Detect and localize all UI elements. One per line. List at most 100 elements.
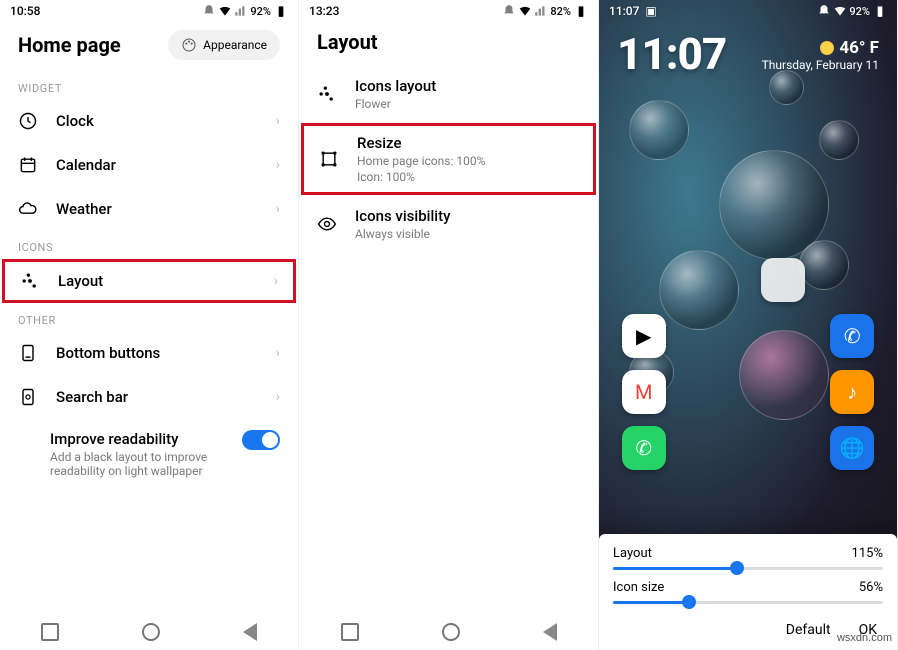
iconsize-slider[interactable] (613, 601, 883, 604)
clock-time: 11:07 (617, 28, 726, 80)
battery-icon (274, 4, 288, 18)
calendar-icon (18, 154, 38, 176)
chevron-right-icon: › (276, 113, 280, 129)
row-bottom-buttons[interactable]: Bottom buttons › (0, 331, 298, 375)
section-other: OTHER (0, 304, 298, 331)
nav-back-icon[interactable] (543, 623, 557, 641)
layout-slider-label: Layout (613, 546, 652, 561)
signal-icon (234, 4, 248, 18)
layout-settings-panel: 13:23 82% Layout Icons layout Flower Res… (299, 0, 599, 650)
nav-recent-icon[interactable] (41, 623, 59, 641)
wifi-icon (218, 4, 232, 18)
improve-toggle[interactable] (242, 430, 280, 450)
appearance-button[interactable]: Appearance (168, 30, 280, 60)
play-store-icon[interactable]: ▶ (622, 314, 666, 358)
battery-icon (574, 4, 588, 18)
chevron-right-icon: › (276, 389, 280, 405)
watermark: wsxdn.com (837, 632, 892, 644)
row-resize[interactable]: Resize Home page icons: 100% Icon: 100% (301, 123, 596, 195)
row-icons-visibility[interactable]: Icons visibility Always visible (299, 196, 598, 252)
row-layout-label: Layout (58, 272, 256, 290)
row-clock-label: Clock (56, 112, 258, 130)
layout-slider-value: 115% (852, 546, 883, 561)
chevron-right-icon: › (274, 273, 278, 289)
dots-icon (317, 83, 337, 105)
visibility-label: Icons visibility (355, 207, 580, 225)
page-title: Layout (317, 30, 378, 54)
nav-recent-icon[interactable] (640, 623, 658, 641)
nav-bar (299, 614, 598, 650)
improve-sub: Add a black layout to improve readabilit… (50, 450, 224, 478)
homescreen-panel: 11:07 ▣ 92% 11:07 46° F Thursday, Februa… (599, 0, 898, 650)
page-title: Home page (18, 33, 121, 57)
panel-header: Layout (299, 22, 598, 66)
iconsize-slider-row: Icon size 56% (613, 580, 883, 604)
clock-widget[interactable]: 11:07 (617, 28, 726, 80)
layout-icon (20, 270, 40, 292)
wifi-icon (518, 4, 532, 18)
chevron-right-icon: › (276, 157, 280, 173)
homepage-settings-panel: 10:58 92% Home page Appearance WIDGET Cl… (0, 0, 299, 650)
improve-title: Improve readability (50, 430, 224, 448)
weather-widget[interactable]: 46° F Thursday, February 11 (762, 38, 879, 72)
folder-icon[interactable] (761, 258, 805, 302)
phone-icon[interactable]: ✆ (830, 314, 874, 358)
chevron-right-icon: › (276, 201, 280, 217)
app-icon-grid: ▶ ✆ M ♪ ✆ 🌐 (617, 258, 879, 470)
panel-header: Home page Appearance (0, 22, 298, 72)
nav-recent-icon[interactable] (341, 623, 359, 641)
browser-icon[interactable]: 🌐 (830, 426, 874, 470)
iconsize-slider-label: Icon size (613, 580, 664, 595)
row-clock[interactable]: Clock › (0, 99, 298, 143)
appearance-label: Appearance (203, 38, 267, 52)
eye-icon (317, 213, 337, 235)
nav-bar (0, 614, 298, 650)
row-improve-readability[interactable]: Improve readability Add a black layout t… (0, 419, 298, 489)
row-searchbar-label: Search bar (56, 388, 258, 406)
status-time: 10:58 (10, 4, 40, 18)
status-icons: 92% (202, 4, 288, 18)
layout-slider[interactable] (613, 567, 883, 570)
row-weather[interactable]: Weather › (0, 187, 298, 231)
visibility-sub: Always visible (355, 227, 580, 241)
whatsapp-icon[interactable]: ✆ (622, 426, 666, 470)
status-bar: 10:58 92% (0, 0, 298, 22)
bottom-buttons-icon (18, 342, 38, 364)
row-search-bar[interactable]: Search bar › (0, 375, 298, 419)
battery-percent: 92% (250, 5, 271, 18)
nav-back-icon[interactable] (243, 623, 257, 641)
cloud-icon (18, 198, 38, 220)
resize-sub1: Home page icons: 100% (357, 154, 578, 168)
status-time: 13:23 (309, 4, 339, 18)
nav-home-icon[interactable] (741, 623, 759, 641)
nav-home-icon[interactable] (142, 623, 160, 641)
row-icons-layout[interactable]: Icons layout Flower (299, 66, 598, 122)
row-bottombtns-label: Bottom buttons (56, 344, 258, 362)
icons-layout-sub: Flower (355, 97, 580, 111)
section-icons: ICONS (0, 231, 298, 258)
palette-icon (181, 37, 197, 53)
status-icons: 82% (502, 4, 588, 18)
chevron-right-icon: › (276, 345, 280, 361)
layout-slider-row: Layout 115% (613, 546, 883, 570)
resize-icon (319, 148, 339, 170)
row-layout[interactable]: Layout › (2, 259, 296, 303)
gmail-icon[interactable]: M (622, 370, 666, 414)
bell-off-icon (202, 4, 216, 18)
row-calendar[interactable]: Calendar › (0, 143, 298, 187)
resize-sub2: Icon: 100% (357, 170, 578, 184)
iconsize-slider-value: 56% (859, 580, 883, 595)
resize-label: Resize (357, 134, 578, 152)
bell-off-icon (502, 4, 516, 18)
sun-icon (820, 41, 834, 55)
searchbar-icon (18, 386, 38, 408)
section-widget: WIDGET (0, 72, 298, 99)
signal-icon (534, 4, 548, 18)
music-icon[interactable]: ♪ (830, 370, 874, 414)
battery-percent: 82% (550, 5, 571, 18)
date-label: Thursday, February 11 (762, 58, 879, 72)
nav-home-icon[interactable] (442, 623, 460, 641)
icons-layout-label: Icons layout (355, 77, 580, 95)
row-weather-label: Weather (56, 200, 258, 218)
status-bar: 13:23 82% (299, 0, 598, 22)
